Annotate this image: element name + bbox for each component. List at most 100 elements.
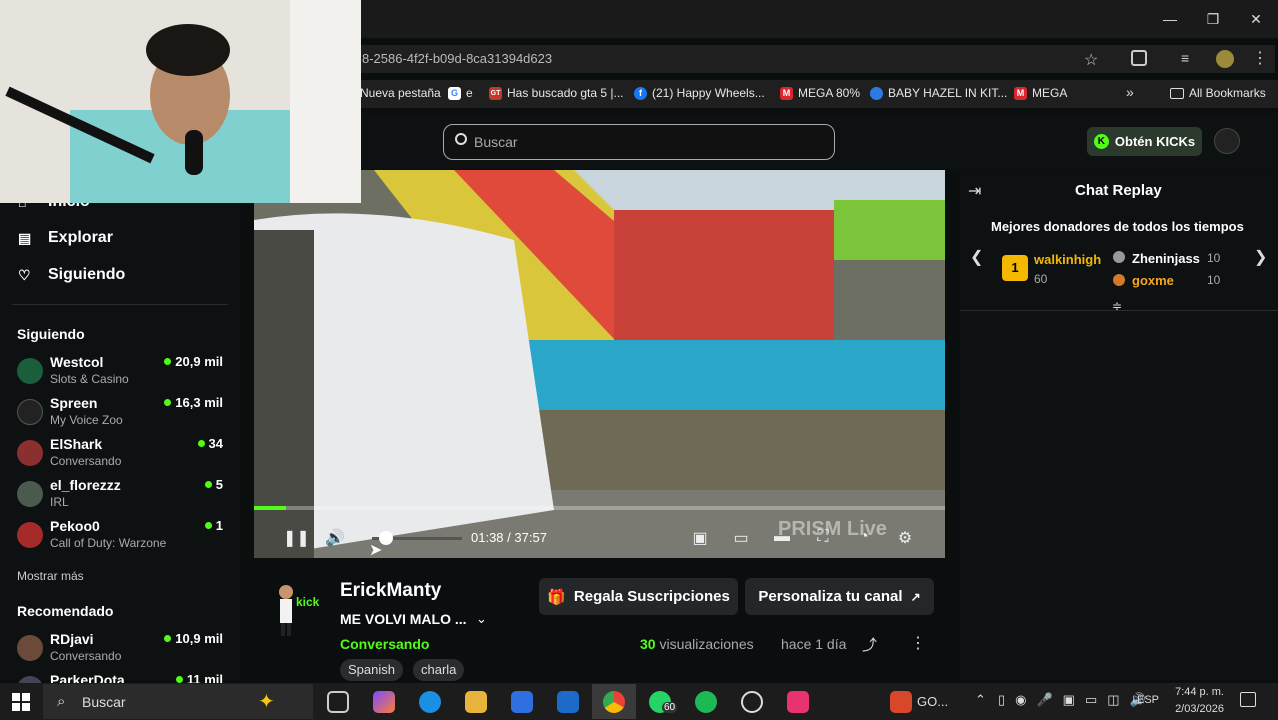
video-frame: [254, 170, 945, 558]
seek-progress: [254, 506, 286, 510]
profile-icon[interactable]: [1216, 50, 1234, 68]
obs-icon[interactable]: [741, 691, 763, 713]
bookmark-0[interactable]: Nueva pestaña: [360, 86, 441, 100]
store-icon[interactable]: [511, 691, 533, 713]
channel-item[interactable]: Spreen My Voice Zoo 16,3 mil: [17, 395, 227, 431]
all-bookmarks[interactable]: All Bookmarks: [1170, 86, 1266, 100]
menu-icon[interactable]: ⋮: [1252, 48, 1268, 68]
live-dot-icon: [197, 440, 205, 447]
bookmark-1[interactable]: Ge: [448, 86, 473, 100]
tiktok-icon[interactable]: [787, 691, 809, 713]
channel-item[interactable]: Westcol Slots & Casino 20,9 mil: [17, 354, 227, 390]
badge-icon: [1113, 274, 1125, 286]
share-icon[interactable]: ⤴: [862, 634, 877, 655]
settings-icon[interactable]: ⚙: [894, 528, 916, 548]
volume-icon[interactable]: 🔊: [324, 528, 346, 548]
chevron-more-icon[interactable]: »: [1126, 84, 1134, 100]
stream-title: ME VOLVI MALO ...: [340, 611, 467, 627]
chevron-down-icon[interactable]: ⌄: [476, 611, 487, 627]
channel-item[interactable]: ParkerDota 11 mil: [17, 672, 227, 683]
avatar: [17, 358, 43, 384]
cursor-icon: ➤: [369, 542, 383, 559]
theater-icon[interactable]: ▬: [771, 528, 793, 548]
video-player[interactable]: [254, 170, 945, 558]
star-icon[interactable]: ☆: [1084, 50, 1098, 70]
clip-icon[interactable]: ▭: [730, 528, 752, 548]
restore-icon[interactable]: ❐: [1202, 8, 1224, 30]
bookmark-2[interactable]: GT Has buscado gta 5 |...: [489, 86, 624, 100]
windows-start-icon[interactable]: [12, 693, 30, 711]
get-kicks-button[interactable]: K Obtén KICKs: [1087, 127, 1202, 156]
media-icon[interactable]: ≡: [1181, 50, 1189, 66]
donor-amount: 10: [1207, 251, 1221, 265]
tag-spanish[interactable]: Spanish: [340, 659, 403, 681]
donor-amount: 10: [1207, 273, 1221, 287]
viewer-count: 10,9 mil: [164, 631, 223, 646]
channel-item[interactable]: el_florezzz IRL 5: [17, 477, 227, 513]
speed-icon[interactable]: ◔: [853, 528, 875, 548]
extensions-icon[interactable]: [1131, 50, 1147, 66]
gift-subs-button[interactable]: 🎁 Regala Suscripciones: [539, 578, 738, 615]
edge-icon[interactable]: [419, 691, 441, 713]
file-explorer-icon[interactable]: [465, 691, 487, 713]
taskbar-app-label[interactable]: GO...: [917, 694, 948, 709]
bookmark-4[interactable]: M MEGA 80%: [780, 86, 860, 100]
live-dot-icon: [204, 481, 212, 488]
channel-logo[interactable]: kick: [270, 578, 326, 638]
facebook-icon: f: [634, 86, 647, 100]
webcam-overlay: [0, 0, 361, 203]
channel-item[interactable]: RDjavi Conversando 10,9 mil: [17, 631, 227, 667]
chrome-icon[interactable]: [603, 691, 625, 713]
spotify-icon[interactable]: [695, 691, 717, 713]
streamer-name[interactable]: ErickManty: [340, 580, 441, 602]
chevron-up-icon[interactable]: ⌃: [975, 692, 986, 708]
bookmark-3[interactable]: f (21) Happy Wheels...: [634, 86, 765, 100]
gt-icon: GT: [489, 86, 502, 100]
divider: [12, 304, 228, 305]
sidebar-item-siguiendo[interactable]: ♡ Siguiendo: [18, 266, 125, 284]
show-more-link[interactable]: Mostrar más: [17, 569, 84, 583]
avatar: [17, 440, 43, 466]
time-display: 01:38 / 37:57: [471, 530, 547, 545]
gift-icon: 🎁: [547, 588, 566, 606]
seek-bar[interactable]: [254, 506, 945, 510]
live-dot-icon: [175, 676, 183, 683]
close-icon[interactable]: ✕: [1245, 8, 1267, 30]
task-view-icon[interactable]: [327, 691, 349, 713]
donor-name: goxme: [1132, 273, 1174, 288]
channel-item[interactable]: ElShark Conversando 34: [17, 436, 227, 472]
chevron-right-icon[interactable]: ❯: [1254, 247, 1267, 267]
search-icon: [455, 133, 467, 145]
user-avatar[interactable]: [1214, 128, 1240, 154]
miniplayer-icon[interactable]: ▣: [689, 528, 711, 548]
avatar: [17, 481, 43, 507]
stream-category[interactable]: Conversando: [340, 636, 429, 652]
language-indicator[interactable]: ESP: [1137, 694, 1159, 706]
clock-time[interactable]: 7:44 p. m.: [1168, 686, 1224, 698]
more-options-icon[interactable]: ⋮: [910, 633, 926, 653]
tag-charla[interactable]: charla: [413, 659, 465, 681]
webcam-frame: [0, 0, 361, 203]
fullscreen-icon[interactable]: ⛶: [812, 528, 834, 548]
bookmark-5[interactable]: BABY HAZEL IN KIT...: [870, 86, 1007, 100]
heart-icon: ♡: [18, 266, 31, 283]
tray-icons[interactable]: ▯◉🎤▣▭◫🔊: [998, 692, 1156, 708]
clock-date[interactable]: 2/03/2026: [1168, 703, 1224, 715]
donors-title: Mejores donadores de todos los tiempos: [991, 219, 1244, 234]
channel-item[interactable]: Pekoo0 Call of Duty: Warzone 1: [17, 518, 227, 554]
app-icon[interactable]: [890, 691, 912, 713]
bookmark-6[interactable]: M MEGA: [1014, 86, 1067, 100]
minimize-icon[interactable]: —: [1159, 8, 1181, 30]
customize-channel-button[interactable]: Personaliza tu canal ↗: [745, 578, 934, 615]
chevron-left-icon[interactable]: ❮: [970, 247, 983, 267]
live-dot-icon: [164, 635, 172, 642]
avatar: [17, 522, 43, 548]
collapse-chat-icon[interactable]: ⇥: [968, 181, 981, 201]
sidebar-item-explorar[interactable]: ▤ Explorar: [18, 229, 113, 247]
outlook-icon[interactable]: [557, 691, 579, 713]
mega-icon: M: [780, 86, 793, 100]
pause-icon[interactable]: ❚❚: [283, 528, 310, 548]
notifications-icon[interactable]: [1240, 692, 1256, 707]
copilot-icon[interactable]: [373, 691, 395, 713]
globe-icon: [870, 86, 883, 100]
